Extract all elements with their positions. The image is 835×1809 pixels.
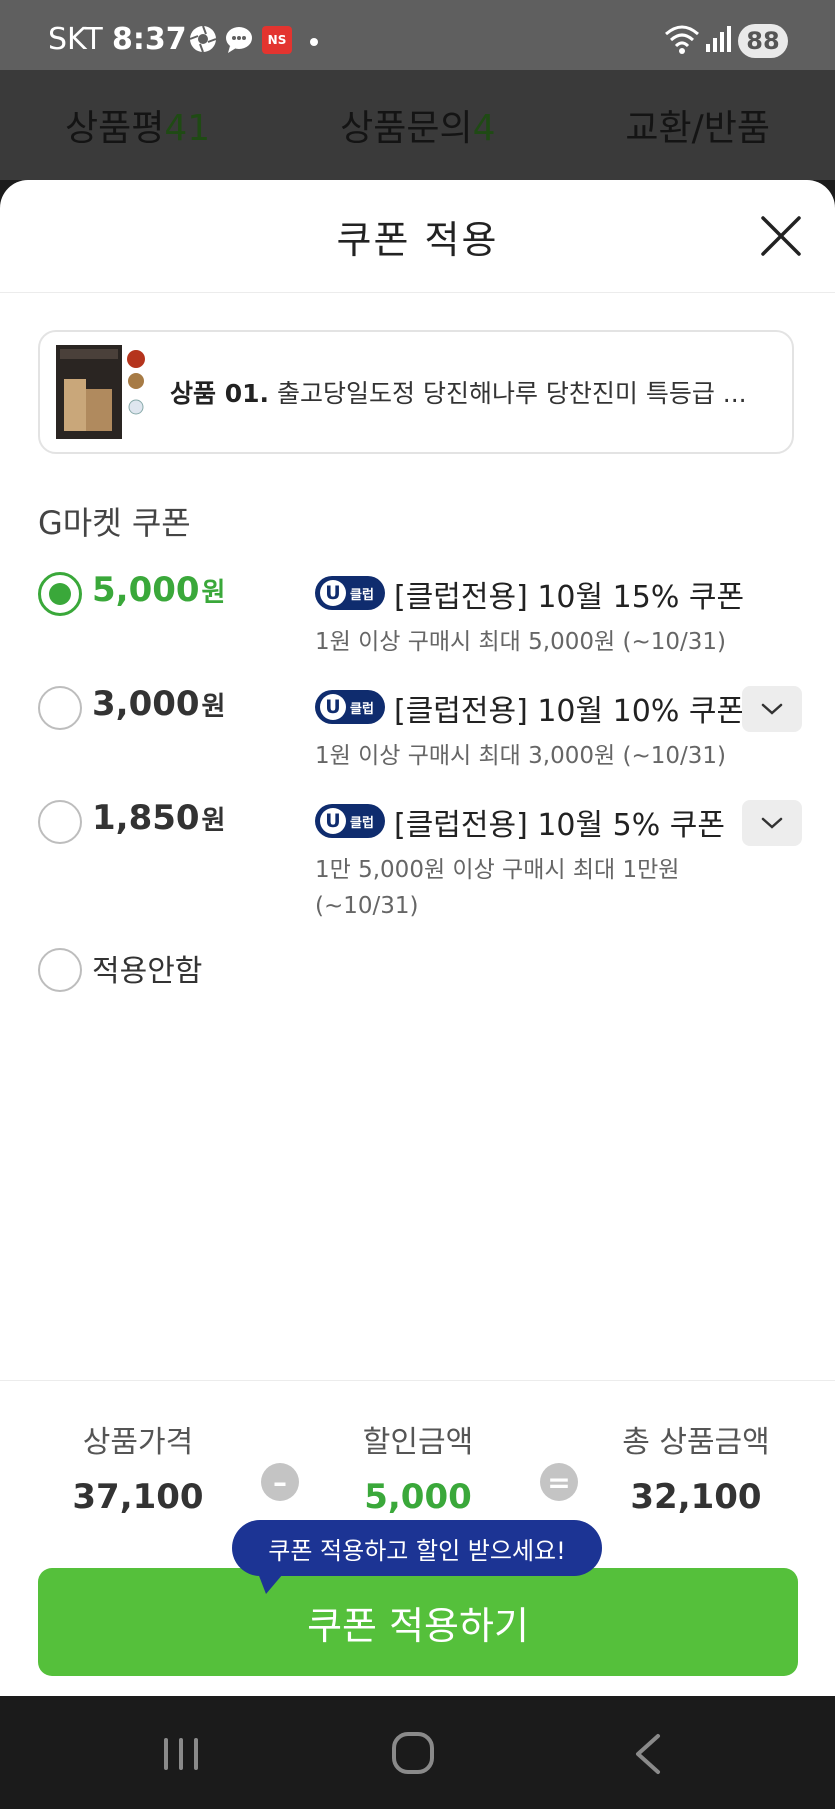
status-bar: SKT 8:37 NS 88 <box>0 0 835 70</box>
coupon-option-2[interactable]: 3,000원 U 클럽 [클럽전용] 10월 10% 쿠폰 1원 이상 구매시 최… <box>38 684 802 776</box>
coupon-sheet: 쿠폰 적용 상품 01. 출고당일도정 당진해나루 당찬진미 특등급 ... G마… <box>0 180 835 1696</box>
product-title: 출고당일도정 당진해나루 당찬진미 특등급 ... <box>277 379 747 408</box>
coupon-desc-3: 1만 5,000원 이상 구매시 최대 1만원 (~10/31) <box>315 857 680 919</box>
tab-inquiries: 상품문의4 <box>340 99 495 151</box>
apply-coupon-button[interactable]: 쿠폰 적용하기 <box>38 1568 798 1676</box>
carrier-label: SKT <box>48 22 103 57</box>
coupon-radio-2[interactable] <box>38 686 82 730</box>
expand-coupon-2[interactable] <box>742 686 802 732</box>
price-summary: 상품가격 37,100 – 할인금액 5,000 = 총 상품금액 32,100 <box>0 1380 835 1541</box>
coupon-name-1: [클럽전용] 10월 15% 쿠폰 <box>394 580 745 615</box>
club-badge-label: 클럽 <box>350 587 374 603</box>
coupon-desc-1: 1원 이상 구매시 최대 5,000원 (~10/31) <box>315 629 726 655</box>
product-name: 상품 01. 출고당일도정 당진해나루 당찬진미 특등급 ... <box>170 374 747 410</box>
club-badge: U 클럽 <box>315 690 385 724</box>
summary-discount: 할인금액 5,000 <box>298 1417 538 1517</box>
coupon-radio-none[interactable] <box>38 948 82 992</box>
tab-inquiries-label: 상품문의 <box>340 108 473 149</box>
tab-inquiries-count: 4 <box>472 108 496 149</box>
club-badge-label: 클럽 <box>350 701 374 717</box>
coupon-radio-1[interactable] <box>38 572 82 616</box>
tab-reviews-count: 41 <box>164 108 211 149</box>
recents-icon[interactable] <box>156 1732 206 1776</box>
coupon-desc-2: 1원 이상 구매시 최대 3,000원 (~10/31) <box>315 743 726 769</box>
chat-icon <box>226 27 252 53</box>
total-value: 32,100 <box>630 1477 762 1517</box>
tab-reviews-label: 상품평 <box>64 108 165 149</box>
coupon-radio-3[interactable] <box>38 800 82 844</box>
coupon-amount-unit-1: 원 <box>201 578 226 608</box>
battery-indicator: 88 <box>738 24 788 58</box>
coupon-amount-value-2: 3,000 <box>92 684 200 724</box>
expand-coupon-3[interactable] <box>742 800 802 846</box>
home-icon[interactable] <box>388 1732 438 1776</box>
club-badge: U 클럽 <box>315 576 385 610</box>
summary-total: 총 상품금액 32,100 <box>576 1417 816 1517</box>
product-prefix: 상품 01. <box>170 379 269 408</box>
club-badge-letter: U <box>320 580 346 606</box>
coupon-name-3: [클럽전용] 10월 5% 쿠폰 <box>394 808 725 843</box>
club-badge-letter: U <box>320 694 346 720</box>
discount-value: 5,000 <box>364 1477 472 1517</box>
tab-reviews: 상품평41 <box>65 99 210 151</box>
coupon-name-2: [클럽전용] 10월 10% 쿠폰 <box>394 694 745 729</box>
price-value: 37,100 <box>72 1477 204 1517</box>
coupon-amount-2: 3,000원 <box>92 684 225 724</box>
ns-app-icon: NS <box>262 26 292 54</box>
coupon-option-3[interactable]: 1,850원 U 클럽 [클럽전용] 10월 5% 쿠폰 1만 5,000원 이상… <box>38 798 802 930</box>
notification-dot <box>310 38 318 46</box>
coupon-amount-1: 5,000원 <box>92 570 225 610</box>
discount-label: 할인금액 <box>362 1425 474 1460</box>
coupon-amount-unit-2: 원 <box>201 692 226 722</box>
price-label: 상품가격 <box>82 1425 194 1460</box>
chevron-down-icon <box>761 817 783 829</box>
signal-icon <box>706 26 731 52</box>
navigation-bar <box>0 1696 835 1809</box>
coupon-option-1[interactable]: 5,000원 U 클럽 [클럽전용] 10월 15% 쿠폰 1원 이상 구매시 최… <box>38 570 798 662</box>
club-badge-label: 클럽 <box>350 815 374 831</box>
no-apply-label: 적용안함 <box>92 954 203 989</box>
clock: 8:37 <box>112 22 187 57</box>
close-icon[interactable] <box>757 212 805 260</box>
coupon-amount-value-1: 5,000 <box>92 570 200 610</box>
coupon-amount-value-3: 1,850 <box>92 798 200 838</box>
total-label: 총 상품금액 <box>622 1425 770 1460</box>
club-badge: U 클럽 <box>315 804 385 838</box>
sheet-title: 쿠폰 적용 <box>336 217 499 262</box>
section-title: G마켓 쿠폰 <box>38 504 191 542</box>
tooltip-tail <box>256 1568 288 1594</box>
product-thumbnail <box>56 345 145 439</box>
back-icon[interactable] <box>624 1732 674 1776</box>
tab-returns-label: 교환/반품 <box>625 108 771 149</box>
chevron-down-icon <box>761 703 783 715</box>
sheet-header: 쿠폰 적용 <box>0 180 835 293</box>
tab-returns: 교환/반품 <box>625 99 770 151</box>
coupon-option-none[interactable]: 적용안함 <box>38 948 798 998</box>
background-tab-bar: 상품평41 상품문의4 교환/반품 <box>0 70 835 180</box>
wifi-icon <box>665 25 699 54</box>
club-badge-letter: U <box>320 808 346 834</box>
equals-icon: = <box>540 1463 578 1501</box>
summary-price: 상품가격 37,100 <box>18 1417 258 1517</box>
minus-icon: – <box>261 1463 299 1501</box>
coupon-amount-unit-3: 원 <box>201 806 226 836</box>
shutter-icon <box>189 25 217 53</box>
coupon-amount-3: 1,850원 <box>92 798 225 838</box>
product-card: 상품 01. 출고당일도정 당진해나루 당찬진미 특등급 ... <box>38 330 794 454</box>
